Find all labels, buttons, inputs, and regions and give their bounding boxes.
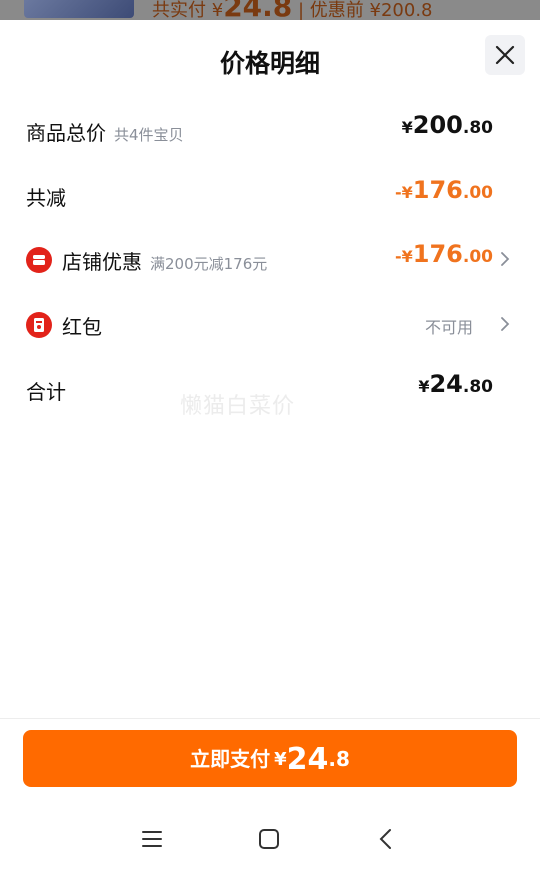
close-icon — [495, 45, 515, 65]
goods-total-price: ¥200.80 — [402, 111, 493, 139]
pay-label: 立即支付 — [190, 747, 271, 771]
back-icon — [379, 829, 391, 849]
store-discount-price: -¥176.00 — [395, 240, 493, 268]
price-integer: 200 — [412, 111, 463, 139]
price-integer: 176 — [412, 240, 463, 268]
pay-now-button[interactable]: 立即支付 ¥24.8 — [23, 730, 517, 787]
currency-symbol: ¥ — [401, 247, 413, 266]
goods-total-label: 商品总价 共4件宝贝 — [26, 117, 184, 146]
store-discount-title: 店铺优惠 — [62, 250, 142, 274]
price-decimal: .00 — [462, 247, 493, 267]
price-detail-sheet: 价格明细 商品总价 共4件宝贝 ¥200.80 共减 -¥176.00 店铺优惠满… — [0, 20, 540, 873]
minus-sign: - — [394, 183, 402, 202]
store-discount-label: 店铺优惠 满200元减176元 — [62, 246, 267, 275]
store-discount-row[interactable]: 店铺优惠 满200元减176元 -¥176.00 — [26, 240, 510, 280]
home-icon — [259, 829, 279, 849]
store-icon — [26, 247, 52, 273]
red-packet-icon — [26, 312, 52, 338]
currency-symbol: ¥ — [401, 118, 413, 137]
close-button[interactable] — [485, 35, 525, 75]
background-paid-summary: 共实付 ¥24.8 | 优惠前 ¥200.8 — [152, 0, 433, 20]
system-navigation-bar — [0, 810, 540, 870]
total-reduction-price: -¥176.00 — [395, 176, 493, 204]
total-price: ¥24.80 — [418, 370, 493, 398]
backdrop-amount: 24.8 — [223, 0, 293, 20]
backdrop-suffix: | 优惠前 ¥200.8 — [292, 0, 433, 20]
price-decimal: .80 — [462, 377, 493, 397]
goods-total-title: 商品总价 — [26, 121, 106, 145]
total-label: 合计 — [26, 380, 66, 404]
red-packet-row[interactable]: 红包 不可用 — [26, 305, 510, 345]
menu-button[interactable] — [137, 824, 167, 854]
goods-count: 共4件宝贝 — [114, 126, 184, 144]
red-packet-status: 不可用 — [424, 318, 473, 337]
store-discount-rule: 满200元减176元 — [150, 255, 268, 273]
total-reduction-row: 共减 -¥176.00 — [26, 176, 493, 216]
chevron-right-icon — [501, 317, 510, 331]
pay-decimal: .8 — [328, 747, 350, 771]
background-order-summary: 共实付 ¥24.8 | 优惠前 ¥200.8 — [0, 0, 540, 20]
menu-icon — [142, 831, 162, 847]
currency-symbol: ¥ — [401, 183, 413, 202]
price-decimal: .80 — [462, 118, 493, 138]
red-packet-label: 红包 — [62, 315, 102, 339]
back-button[interactable] — [371, 824, 401, 854]
price-integer: 24 — [429, 370, 463, 398]
product-thumbnail — [24, 0, 134, 18]
chevron-right-icon — [501, 252, 510, 266]
divider — [0, 718, 540, 719]
home-button[interactable] — [254, 824, 284, 854]
minus-sign: - — [394, 247, 402, 266]
watermark-text: 懒猫白菜价 — [180, 394, 296, 419]
price-integer: 176 — [412, 176, 463, 204]
sheet-title: 价格明细 — [219, 49, 320, 78]
total-reduction-label: 共减 — [26, 186, 66, 210]
pay-currency: ¥ — [274, 749, 287, 770]
goods-total-row: 商品总价 共4件宝贝 ¥200.80 — [26, 111, 493, 151]
price-decimal: .00 — [462, 183, 493, 203]
backdrop-prefix: 共实付 ¥ — [152, 0, 224, 20]
currency-symbol: ¥ — [418, 377, 430, 396]
pay-integer: 24 — [286, 742, 329, 777]
